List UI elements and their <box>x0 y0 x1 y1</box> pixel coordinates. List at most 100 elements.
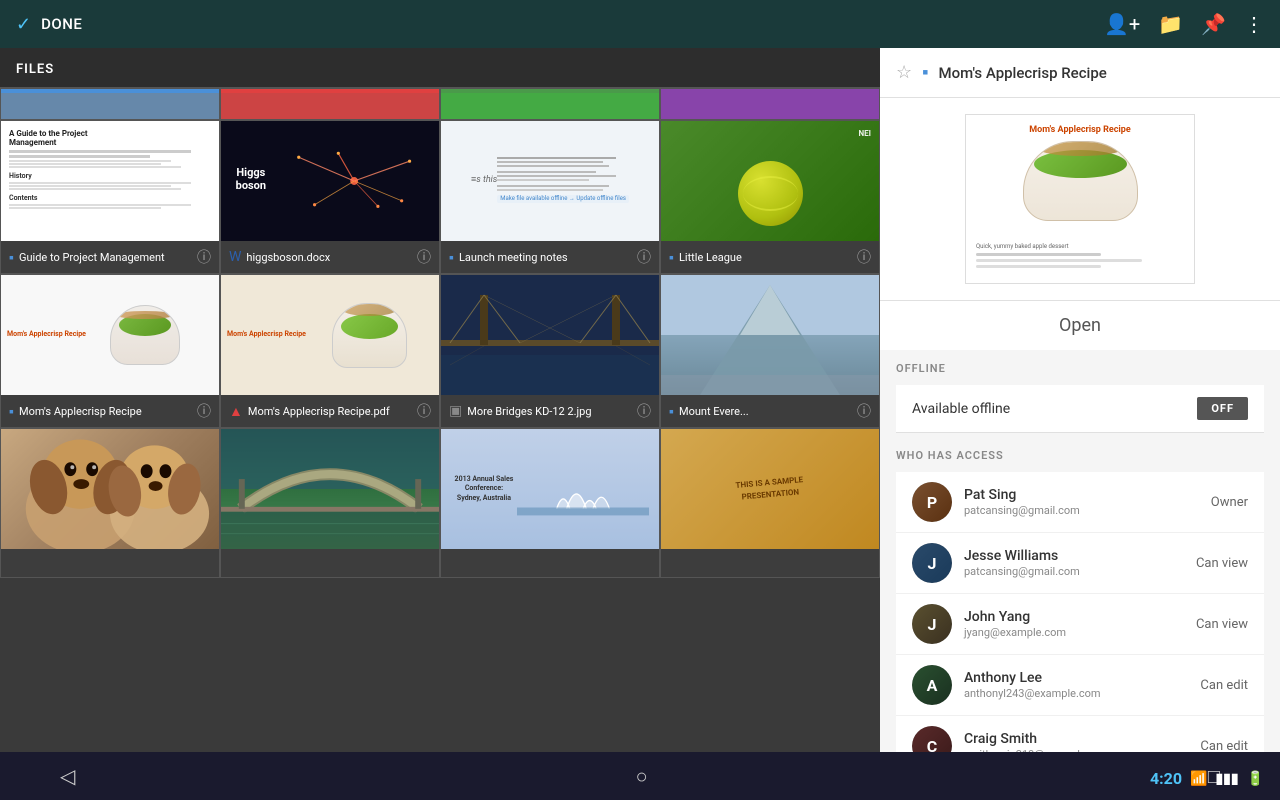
file-name-recipe1: Mom's Applecrisp Recipe <box>19 405 142 418</box>
file-name-launch: Launch meeting notes <box>459 251 568 264</box>
file-cell-everest[interactable]: ▪ Mount Evere... ⓘ <box>660 274 880 428</box>
avatar-jesse: J <box>912 543 952 583</box>
offline-toggle[interactable]: OFF <box>1197 397 1248 420</box>
files-header: FILES <box>0 48 880 88</box>
time-label: 4:20 <box>1150 769 1182 788</box>
access-name-john: John Yang <box>964 609 1184 625</box>
bottom-bar: ◁ ○ □ 4:20 📶 ▮▮▮ 🔋 <box>0 752 1280 800</box>
access-info-john: John Yang jyang@example.com <box>964 609 1184 639</box>
file-cell-little-league[interactable]: NEI ▪ Little League ⓘ <box>660 120 880 274</box>
info-icon-league[interactable]: ⓘ <box>857 247 871 267</box>
folder-icon[interactable]: 📁 <box>1158 12 1183 36</box>
file-cell-launch[interactable]: ≡s this Make file available offline → Up… <box>440 120 660 274</box>
back-nav-icon[interactable]: ◁ <box>60 764 75 788</box>
access-row-john: J John Yang jyang@example.com Can view <box>896 594 1264 655</box>
doc-icon-launch: ▪ <box>449 249 454 266</box>
access-info-anthony: Anthony Lee anthonyl243@example.com <box>964 670 1188 700</box>
access-role-pat: Owner <box>1211 495 1248 510</box>
battery-icon: 🔋 <box>1247 771 1264 787</box>
preview-image-container: Mom's Applecrisp Recipe Quick, yummy bak… <box>880 98 1280 300</box>
access-email-john: jyang@example.com <box>964 626 1184 639</box>
file-cell-higgs[interactable]: Higgs boson <box>220 120 440 274</box>
doc-badge-icon: ▪ <box>922 62 928 83</box>
more-options-icon[interactable]: ⋮ <box>1244 12 1264 36</box>
add-user-icon[interactable]: 👤+ <box>1104 12 1140 36</box>
partial-cell-2 <box>220 88 440 120</box>
file-cell-dogs[interactable] <box>0 428 220 578</box>
info-icon-everest[interactable]: ⓘ <box>857 401 871 421</box>
offline-section-label: OFFLINE <box>896 362 1264 375</box>
access-email-pat: patcansing@gmail.com <box>964 504 1199 517</box>
files-label: FILES <box>16 62 54 77</box>
avatar-face-pat: P <box>912 482 952 522</box>
wifi-icon: 📶 <box>1190 771 1207 787</box>
access-section: WHO HAS ACCESS P Pat Sing patcansing@gma… <box>880 437 1280 777</box>
avatar-face-anthony: A <box>912 665 952 705</box>
done-label[interactable]: DONE <box>41 15 82 33</box>
access-email-anthony: anthonyl243@example.com <box>964 687 1188 700</box>
signal-icon: ▮▮▮ <box>1215 771 1238 787</box>
access-info-jesse: Jesse Williams patcansing@gmail.com <box>964 548 1184 578</box>
doc-icon-everest: ▪ <box>669 403 674 420</box>
check-icon: ✓ <box>16 14 31 35</box>
files-row-3: 2013 Annual Sales Conference:Sydney, Aus… <box>0 428 880 578</box>
partial-cell-4 <box>660 88 880 120</box>
access-role-jesse: Can view <box>1196 556 1248 571</box>
file-name-bridges: More Bridges KD-12 2.jpg <box>467 405 591 418</box>
doc-icon-guide: ▪ <box>9 249 14 266</box>
star-icon[interactable]: ☆ <box>896 62 912 83</box>
preview-header: ☆ ▪ Mom's Applecrisp Recipe <box>880 48 1280 98</box>
offline-section: OFFLINE Available offline OFF <box>880 350 1280 433</box>
avatar-face-john: J <box>912 604 952 644</box>
access-list: P Pat Sing patcansing@gmail.com Owner J … <box>896 472 1264 777</box>
avatar-john: J <box>912 604 952 644</box>
open-button-container[interactable]: Open <box>880 300 1280 350</box>
info-icon-bridges[interactable]: ⓘ <box>637 401 651 421</box>
file-name-recipe-pdf: Mom's Applecrisp Recipe.pdf <box>248 405 390 418</box>
info-icon-guide[interactable]: ⓘ <box>197 247 211 267</box>
files-row-1: A Guide to the ProjectManagement History… <box>0 120 880 274</box>
info-icon-launch[interactable]: ⓘ <box>637 247 651 267</box>
access-role-anthony: Can edit <box>1200 678 1248 693</box>
access-row-pat: P Pat Sing patcansing@gmail.com Owner <box>896 472 1264 533</box>
info-icon-higgs[interactable]: ⓘ <box>417 247 431 267</box>
preview-image: Mom's Applecrisp Recipe Quick, yummy bak… <box>965 114 1195 284</box>
word-icon-higgs: W <box>229 249 241 265</box>
access-role-john: Can view <box>1196 617 1248 632</box>
pin-icon[interactable]: 📌 <box>1201 12 1226 36</box>
doc-icon-league: ▪ <box>669 249 674 266</box>
offline-row: Available offline OFF <box>896 385 1264 433</box>
avatar-anthony: A <box>912 665 952 705</box>
file-cell-recipe1[interactable]: Mom's Applecrisp Recipe ▪ <box>0 274 220 428</box>
access-row-jesse: J Jesse Williams patcansing@gmail.com Ca… <box>896 533 1264 594</box>
file-name-guide: Guide to Project Management <box>19 251 165 264</box>
overlay-panel: ☆ ▪ Mom's Applecrisp Recipe Mom's Applec… <box>880 48 1280 800</box>
top-bar-left: ✓ DONE <box>16 14 82 35</box>
access-email-jesse: patcansing@gmail.com <box>964 565 1184 578</box>
access-section-label: WHO HAS ACCESS <box>896 449 1264 462</box>
file-cell-sample[interactable]: THIS IS A SAMPLEPRESENTATION <box>660 428 880 578</box>
access-info-pat: Pat Sing patcansing@gmail.com <box>964 487 1199 517</box>
file-name-higgs: higgsboson.docx <box>246 251 330 264</box>
file-cell-bridges[interactable]: ▣ More Bridges KD-12 2.jpg ⓘ <box>440 274 660 428</box>
files-panel: FILES <box>0 48 880 800</box>
preview-title: Mom's Applecrisp Recipe <box>939 64 1264 82</box>
info-icon-recipe1[interactable]: ⓘ <box>197 401 211 421</box>
files-scroll: A Guide to the ProjectManagement History… <box>0 88 880 800</box>
main-area: FILES <box>0 48 1280 800</box>
access-name-craig: Craig Smith <box>964 731 1188 747</box>
offline-label: Available offline <box>912 401 1010 417</box>
file-cell-recipe-pdf[interactable]: Mom's Applecrisp Recipe ▲ Mom's Applecri… <box>220 274 440 428</box>
access-name-pat: Pat Sing <box>964 487 1199 503</box>
file-name-league: Little League <box>679 251 742 264</box>
file-cell-bridge2[interactable] <box>220 428 440 578</box>
status-bar-right: 4:20 📶 ▮▮▮ 🔋 <box>1150 769 1264 788</box>
img-icon-bridges: ▣ <box>449 403 462 419</box>
open-button-label[interactable]: Open <box>1059 315 1101 336</box>
avatar-face-jesse: J <box>912 543 952 583</box>
file-cell-guide[interactable]: A Guide to the ProjectManagement History… <box>0 120 220 274</box>
info-icon-recipe-pdf[interactable]: ⓘ <box>417 401 431 421</box>
file-cell-sydney[interactable]: 2013 Annual Sales Conference:Sydney, Aus… <box>440 428 660 578</box>
partial-cell-3 <box>440 88 660 120</box>
home-nav-icon[interactable]: ○ <box>636 764 648 789</box>
